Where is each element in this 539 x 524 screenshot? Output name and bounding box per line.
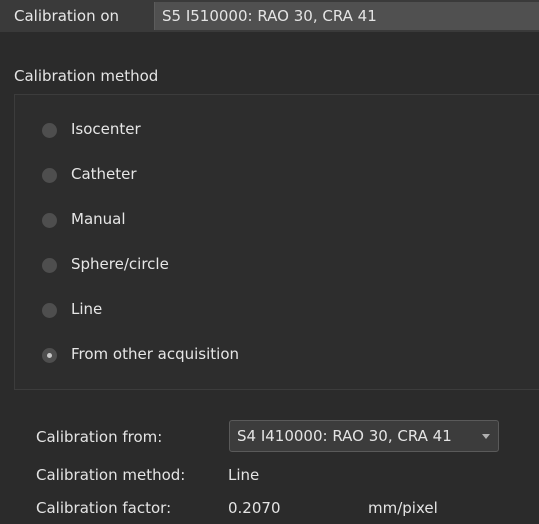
calibration-factor-unit: mm/pixel	[368, 499, 438, 517]
calibration-from-label: Calibration from:	[36, 428, 163, 446]
calibration-factor-value: 0.2070	[228, 499, 281, 517]
radio-catheter-indicator[interactable]	[42, 168, 57, 183]
radio-sphere-circle-indicator[interactable]	[42, 258, 57, 273]
radio-sphere-circle-label[interactable]: Sphere/circle	[71, 255, 169, 273]
radio-line-indicator[interactable]	[42, 303, 57, 318]
radio-from-other-acquisition-indicator[interactable]	[42, 348, 57, 363]
radio-manual-indicator[interactable]	[42, 213, 57, 228]
calibration-from-value: S4 I410000: RAO 30, CRA 41	[237, 427, 452, 445]
calibration-on-field[interactable]: S5 I510000: RAO 30, CRA 41	[154, 2, 539, 30]
radio-line-label[interactable]: Line	[71, 300, 102, 318]
radio-manual-label[interactable]: Manual	[71, 210, 126, 228]
radio-isocenter-indicator[interactable]	[42, 123, 57, 138]
calibration-method-title: Calibration method	[14, 67, 159, 85]
chevron-down-icon[interactable]	[482, 434, 490, 439]
calibration-method-result-value: Line	[228, 466, 260, 484]
calibration-on-label: Calibration on	[14, 7, 120, 25]
calibration-on-value: S5 I510000: RAO 30, CRA 41	[162, 7, 377, 25]
calibration-factor-label: Calibration factor:	[36, 499, 172, 517]
radio-isocenter-label[interactable]: Isocenter	[71, 120, 141, 138]
calibration-method-result-label: Calibration method:	[36, 466, 186, 484]
radio-from-other-acquisition-label[interactable]: From other acquisition	[71, 345, 239, 363]
radio-catheter-label[interactable]: Catheter	[71, 165, 137, 183]
calibration-panel: Calibration on S5 I510000: RAO 30, CRA 4…	[0, 0, 539, 524]
calibration-from-dropdown[interactable]: S4 I410000: RAO 30, CRA 41	[229, 420, 499, 452]
calibration-on-row: Calibration on S5 I510000: RAO 30, CRA 4…	[0, 0, 539, 32]
